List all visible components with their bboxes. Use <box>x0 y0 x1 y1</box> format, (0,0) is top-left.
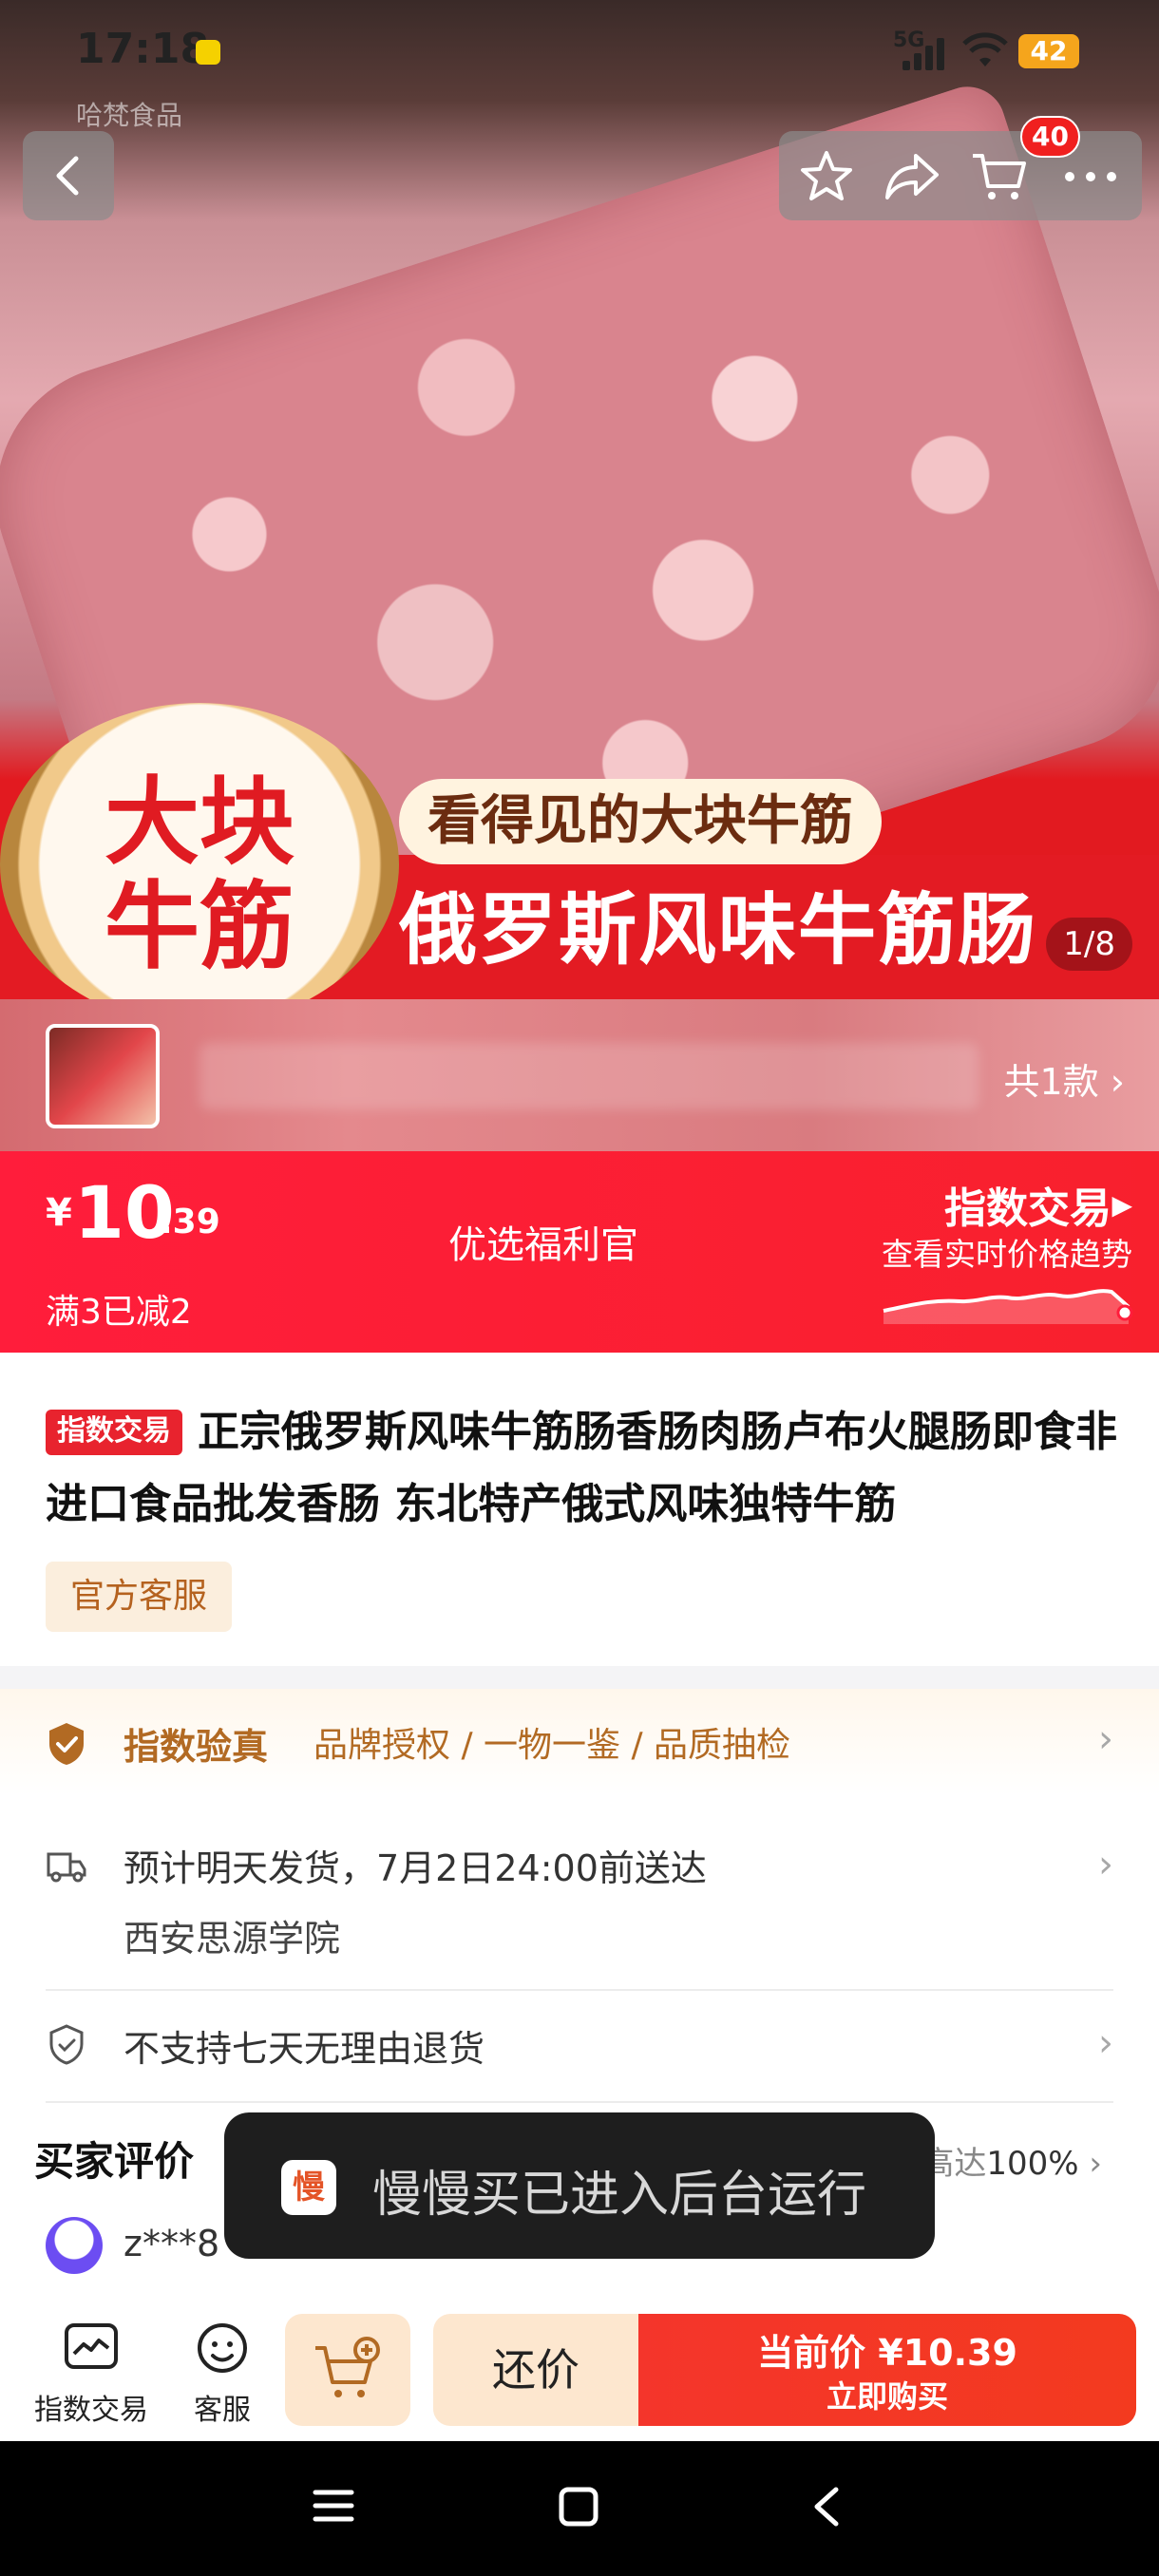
hero-main-banner: 俄罗斯风味牛筋肠 <box>399 885 1038 975</box>
notification-icon <box>196 40 220 65</box>
back-nav-icon[interactable] <box>808 2485 846 2529</box>
service-tab[interactable]: 客服 <box>194 2386 251 2428</box>
cart-count-badge: 40 <box>1020 116 1080 158</box>
reviewer-avatar <box>46 2217 103 2274</box>
reviews-title[interactable]: 买家评价 <box>34 2130 194 2188</box>
price-decimal: .39 <box>160 1203 220 1241</box>
index-trade-tab[interactable]: 指数交易 <box>34 2386 148 2428</box>
image-counter: 1/8 <box>1046 918 1132 971</box>
verify-items: 品牌授权 / 一物一鉴 / 品质抽检 <box>314 1726 791 1765</box>
hero-badge-text: 大块 牛筋 <box>57 769 342 978</box>
chevron-left-icon <box>56 156 79 196</box>
hero-sub-banner: 看得见的大块牛筋 <box>399 779 882 864</box>
status-bar: 17:18 5G 42 <box>0 0 1159 104</box>
chevron-right-icon: › <box>1110 1061 1125 1103</box>
verify-title: 指数验真 <box>124 1726 269 1768</box>
product-detail-page: 大块 牛筋 看得见的大块牛筋 俄罗斯风味牛筋肠 1/8 哈梵食品 17:18 5… <box>0 0 1159 2576</box>
return-policy[interactable]: 不支持七天无理由退货 <box>124 2019 484 2072</box>
badge-line2: 牛筋 <box>104 870 294 982</box>
variant-name-blurred <box>200 1043 978 1109</box>
customer-service-icon[interactable] <box>192 2320 253 2377</box>
shipping-estimate[interactable]: 预计明天发货，7月2日24:00前送达 <box>124 1839 707 1891</box>
app-icon: 慢 <box>281 2160 336 2215</box>
shield-check-icon <box>49 1723 84 1765</box>
buy-price: 当前价 ¥10.39 <box>757 2332 1017 2374</box>
menu-icon[interactable] <box>312 2487 355 2525</box>
index-tag: 指数交易 <box>46 1410 182 1455</box>
wifi-icon <box>962 32 1008 66</box>
truck-icon <box>47 1852 86 1883</box>
variant-thumbnail[interactable] <box>46 1024 160 1128</box>
battery-indicator: 42 <box>1018 34 1079 68</box>
price-trend-link[interactable]: 查看实时价格趋势 <box>882 1229 1132 1275</box>
price-currency: ¥ <box>46 1191 72 1235</box>
system-nav-bar <box>0 2441 1159 2576</box>
cart-icon[interactable] <box>969 148 1030 205</box>
home-icon[interactable] <box>557 2485 600 2529</box>
cart-plus-icon <box>315 2337 380 2397</box>
variant-count-link[interactable]: 共1款 › <box>1004 1052 1125 1105</box>
back-button[interactable] <box>23 131 114 220</box>
star-icon[interactable] <box>798 148 855 205</box>
praise-value: 100% <box>986 2145 1079 2183</box>
divider <box>46 1989 1113 1991</box>
product-title-text: 正宗俄罗斯风味牛筋肠香肠肉肠卢布火腿肠即食非进口食品批发香肠 东北特产俄式风味独… <box>46 1408 1117 1528</box>
shield-icon <box>49 2024 84 2065</box>
bargain-button[interactable]: 还价 <box>433 2314 638 2426</box>
section-gap <box>0 1666 1159 1689</box>
add-to-cart-button[interactable] <box>285 2314 410 2426</box>
caret-right-icon: ▶ <box>1112 1189 1132 1221</box>
store-icon[interactable] <box>61 2320 122 2377</box>
variant-count: 共1款 <box>1003 1061 1099 1103</box>
index-trade-link[interactable]: 指数交易 <box>944 1174 1112 1235</box>
promo-text: 满3已减2 <box>46 1293 192 1332</box>
badge-line1: 大块 <box>104 766 294 878</box>
chevron-right-icon: › <box>1098 2021 1113 2065</box>
chevron-right-icon: › <box>1098 1717 1113 1761</box>
price-trend-sparkline <box>883 1289 1133 1324</box>
signal-icon <box>902 38 948 70</box>
reviewer-name: z***8 <box>124 2223 220 2264</box>
toast-text: 慢慢买已进入后台运行 <box>372 2167 867 2224</box>
official-service-chip[interactable]: 官方客服 <box>46 1562 233 1632</box>
share-icon[interactable] <box>882 148 942 205</box>
product-title: 指数交易 正宗俄罗斯风味牛筋肠香肠肉肠卢布火腿肠即食非进口食品批发香肠 东北特产俄… <box>46 1396 1129 1541</box>
buy-label: 立即购买 <box>826 2378 948 2415</box>
shipping-address: 西安思源学院 <box>124 1918 341 1960</box>
divider <box>46 2101 1113 2103</box>
chevron-right-icon: › <box>1098 1843 1113 1886</box>
status-time: 17:18 <box>76 25 210 73</box>
header-action-group <box>779 131 1142 220</box>
more-icon[interactable] <box>1060 167 1121 186</box>
chevron-right-icon: › <box>1089 2145 1102 2183</box>
official-label: 优选福利官 <box>448 1223 638 1267</box>
